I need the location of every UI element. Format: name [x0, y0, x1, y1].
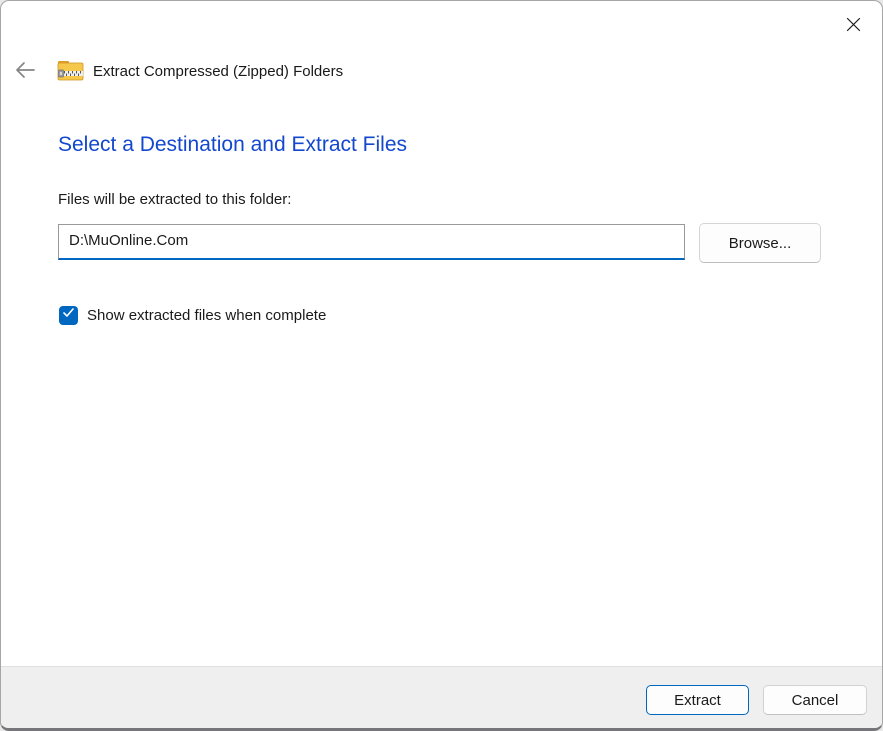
browse-button[interactable]: Browse...: [699, 223, 821, 263]
show-files-checkbox[interactable]: [59, 306, 78, 325]
page-heading: Select a Destination and Extract Files: [58, 133, 407, 157]
destination-input[interactable]: [58, 224, 685, 260]
header: Extract Compressed (Zipped) Folders: [1, 56, 882, 86]
extract-button[interactable]: Extract: [646, 685, 749, 715]
close-icon: [846, 17, 861, 32]
show-files-checkbox-row[interactable]: Show extracted files when complete: [59, 304, 326, 326]
checkmark-icon: [62, 306, 75, 324]
checkbox-label: Show extracted files when complete: [87, 307, 326, 324]
dialog-title: Extract Compressed (Zipped) Folders: [93, 56, 343, 86]
zipped-folder-icon: [57, 57, 84, 84]
close-button[interactable]: [836, 9, 870, 39]
back-arrow-icon: [14, 59, 36, 84]
back-button[interactable]: [13, 59, 37, 83]
destination-label: Files will be extracted to this folder:: [58, 191, 291, 208]
footer: Extract Cancel: [1, 666, 882, 728]
cancel-button[interactable]: Cancel: [763, 685, 867, 715]
extract-dialog-window: Extract Compressed (Zipped) Folders Sele…: [0, 0, 883, 731]
